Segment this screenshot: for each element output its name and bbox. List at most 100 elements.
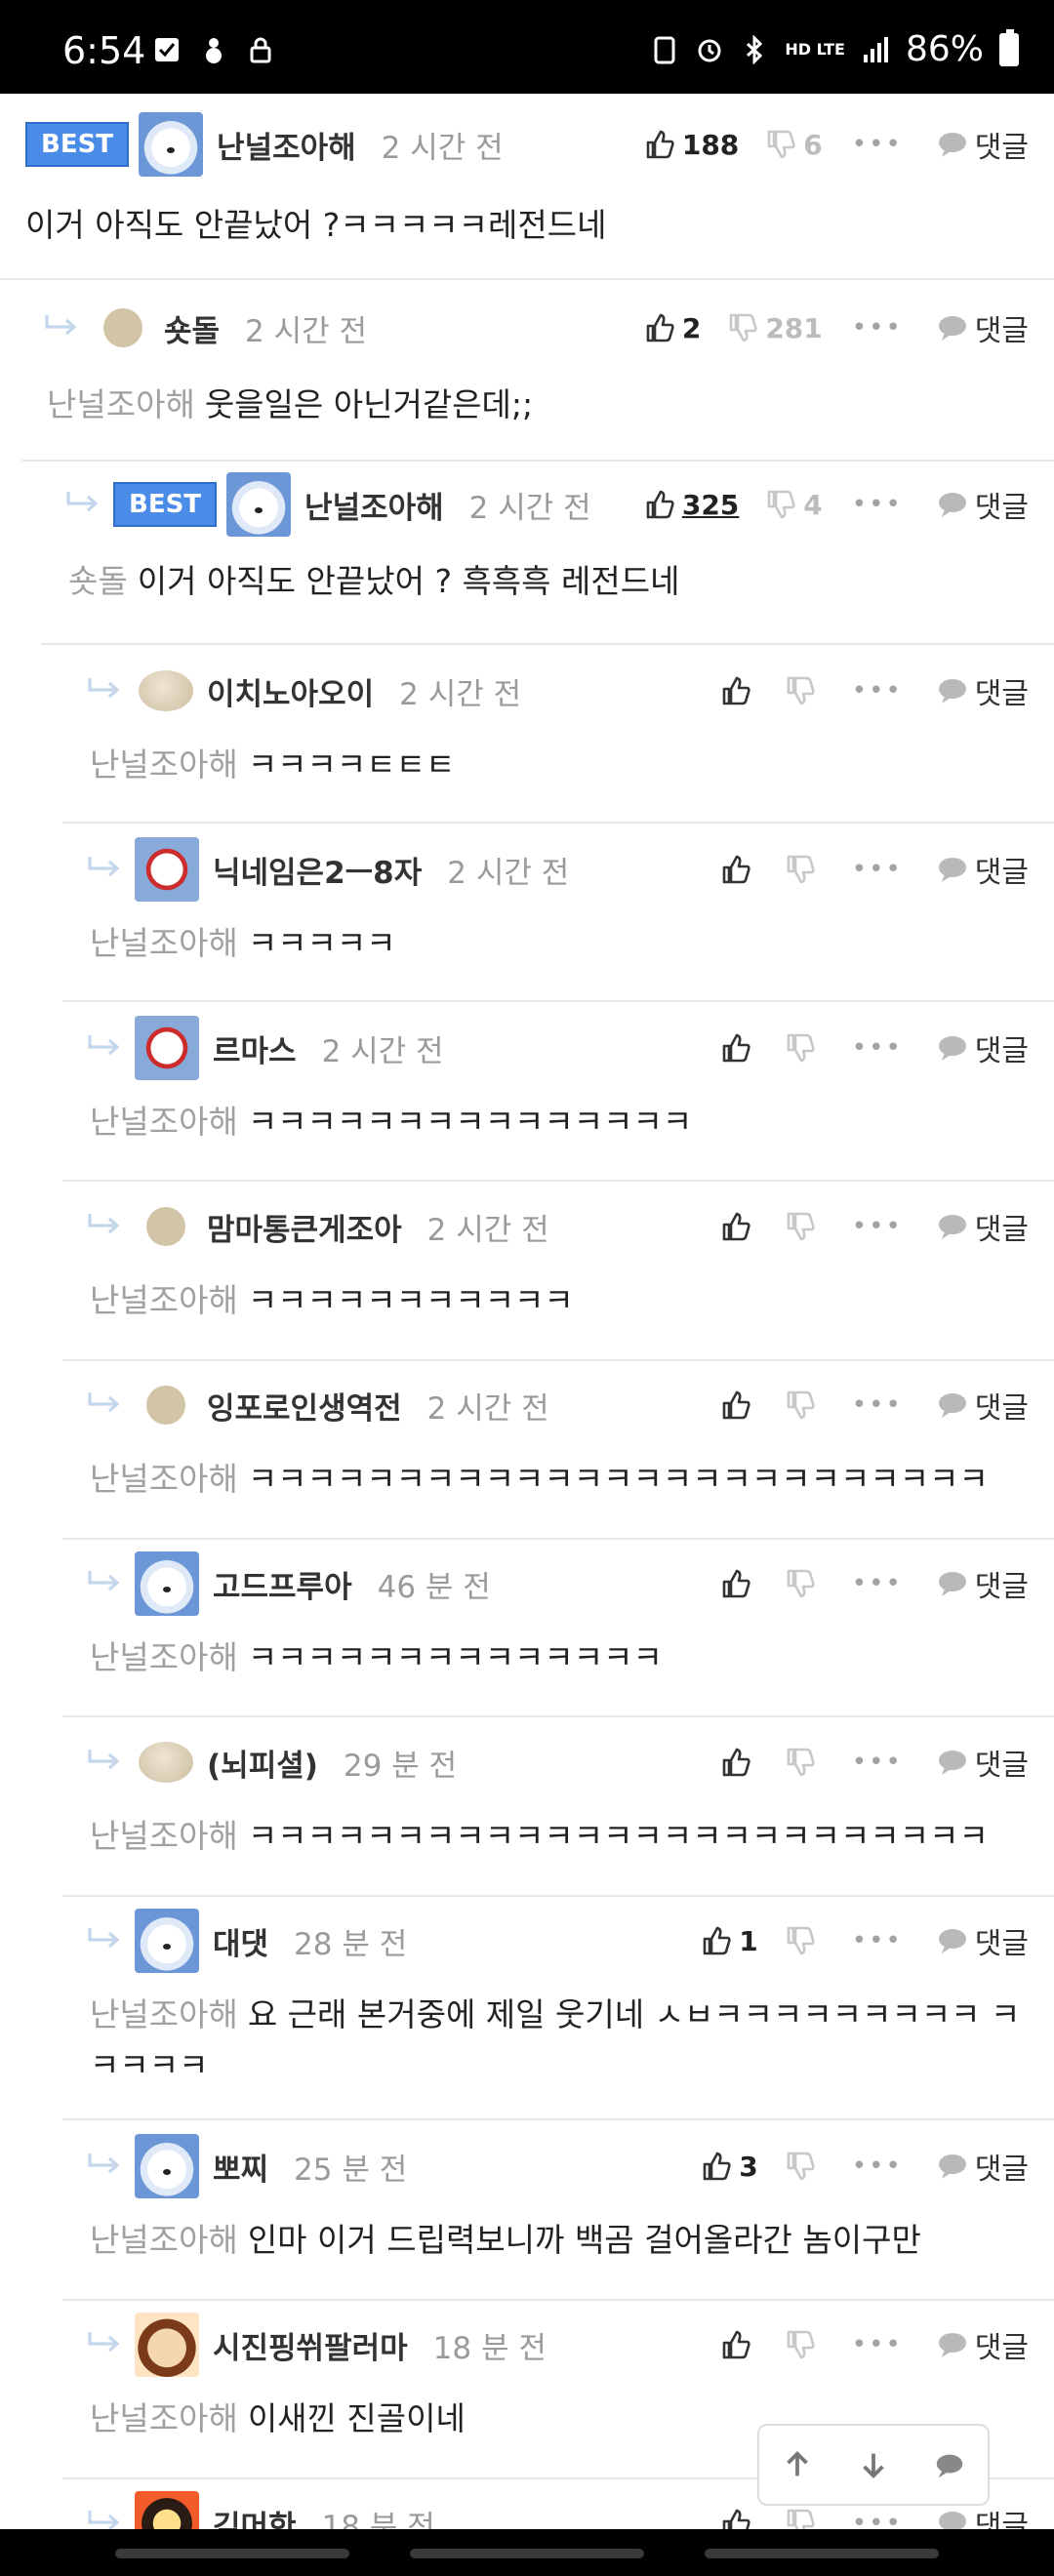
more-options-icon[interactable]: •••: [852, 1212, 903, 1241]
comment-author[interactable]: 숏돌: [164, 306, 220, 350]
comment-author[interactable]: 잉포로인생역전: [207, 1384, 402, 1428]
dislike-button[interactable]: [784, 1567, 823, 1600]
more-options-icon[interactable]: •••: [852, 130, 903, 159]
mention-author[interactable]: 숏돌: [68, 562, 128, 600]
comment-author[interactable]: 고드프루아: [213, 1562, 352, 1606]
like-button[interactable]: 2: [643, 311, 701, 344]
reply-button[interactable]: 댓글: [936, 483, 1029, 526]
comment-author[interactable]: 난널조아해: [304, 483, 444, 527]
nav-back-button[interactable]: [705, 2549, 939, 2558]
comment-author[interactable]: 난널조아해: [217, 123, 356, 167]
comment-author[interactable]: 뽀찌: [213, 2145, 268, 2189]
dislike-button[interactable]: [784, 1210, 823, 1243]
reply-button[interactable]: 댓글: [936, 1741, 1029, 1784]
comment-bubble-icon[interactable]: [933, 2448, 966, 2481]
avatar[interactable]: [139, 1742, 193, 1783]
mention-author[interactable]: 난널조아해: [90, 1817, 238, 1855]
more-options-icon[interactable]: •••: [852, 2330, 903, 2359]
avatar[interactable]: [135, 1909, 199, 1973]
reply-button[interactable]: 댓글: [936, 1384, 1029, 1427]
mention-author[interactable]: 난널조아해: [90, 745, 238, 784]
comment-author[interactable]: 맘마통큰게조아: [207, 1205, 402, 1249]
comment-author[interactable]: 르마스: [213, 1026, 297, 1070]
reply-button[interactable]: 댓글: [936, 2323, 1029, 2366]
reply-button[interactable]: 댓글: [936, 1205, 1029, 1248]
avatar[interactable]: [139, 112, 204, 177]
like-button[interactable]: 3: [700, 2150, 758, 2183]
more-options-icon[interactable]: •••: [852, 1926, 903, 1955]
dislike-button[interactable]: [784, 1389, 823, 1422]
more-options-icon[interactable]: •••: [852, 1033, 903, 1063]
reply-button[interactable]: 댓글: [936, 1919, 1029, 1962]
comment-body: 난널조아해 웃을일은 아닌거같은데;;: [47, 380, 533, 430]
avatar[interactable]: [135, 1016, 199, 1080]
thumbs-down-icon: [764, 488, 797, 521]
more-options-icon[interactable]: •••: [852, 1390, 903, 1420]
reply-button[interactable]: 댓글: [936, 848, 1029, 891]
reply-button[interactable]: 댓글: [936, 669, 1029, 712]
mention-author[interactable]: 난널조아해: [47, 385, 195, 423]
dislike-button[interactable]: [784, 853, 823, 886]
like-button[interactable]: [719, 2328, 758, 2361]
avatar[interactable]: [146, 1207, 185, 1246]
avatar[interactable]: [135, 2134, 199, 2198]
reply-button[interactable]: 댓글: [936, 1026, 1029, 1069]
scroll-down-icon[interactable]: [857, 2448, 890, 2481]
dislike-button[interactable]: [784, 2150, 823, 2183]
reply-button[interactable]: 댓글: [936, 2145, 1029, 2188]
comment-author[interactable]: 이치노아오이: [207, 669, 374, 713]
mention-author[interactable]: 난널조아해: [90, 1281, 238, 1319]
avatar[interactable]: [146, 1386, 185, 1425]
more-options-icon[interactable]: •••: [852, 855, 903, 884]
avatar[interactable]: [139, 670, 193, 711]
like-button[interactable]: [719, 1746, 758, 1779]
dislike-button[interactable]: [784, 2328, 823, 2361]
scroll-up-icon[interactable]: [781, 2448, 814, 2481]
dislike-button[interactable]: 281: [726, 311, 823, 344]
comment-author[interactable]: 시진핑쒸팔러마: [213, 2323, 408, 2367]
like-button[interactable]: [719, 1031, 758, 1065]
mention-author[interactable]: 난널조아해: [90, 924, 238, 962]
comment-author[interactable]: 대댓: [213, 1919, 268, 1963]
comment-item: 잉포로인생역전 2 시간 전 ••• 댓글 난널조아해 ㅋㅋㅋㅋㅋㅋㅋㅋㅋㅋㅋㅋㅋㅋㅋㅋㅋ…: [0, 1366, 1054, 1561]
dislike-button[interactable]: 6: [764, 128, 823, 161]
more-options-icon[interactable]: •••: [852, 2152, 903, 2181]
dislike-button[interactable]: [784, 1924, 823, 1957]
avatar[interactable]: [226, 472, 292, 537]
mention-author[interactable]: 난널조아해: [90, 2399, 238, 2437]
avatar[interactable]: [135, 837, 199, 902]
more-options-icon[interactable]: •••: [852, 1569, 903, 1598]
mention-author[interactable]: 난널조아해: [90, 1995, 238, 2033]
avatar[interactable]: [135, 2313, 199, 2377]
like-button[interactable]: [719, 1210, 758, 1243]
more-options-icon[interactable]: •••: [852, 676, 903, 705]
like-button[interactable]: [719, 1389, 758, 1422]
dislike-button[interactable]: [784, 674, 823, 707]
avatar[interactable]: [135, 1551, 199, 1616]
mention-author[interactable]: 난널조아해: [90, 1103, 238, 1141]
reply-button[interactable]: 댓글: [936, 306, 1029, 349]
more-options-icon[interactable]: •••: [852, 490, 903, 519]
like-button[interactable]: [719, 674, 758, 707]
reply-button[interactable]: 댓글: [936, 123, 1029, 166]
avatar[interactable]: [103, 308, 142, 347]
like-button[interactable]: [719, 853, 758, 886]
more-options-icon[interactable]: •••: [852, 313, 903, 342]
reply-button[interactable]: 댓글: [936, 1562, 1029, 1605]
comment-author[interactable]: (뇌피셜): [207, 1741, 318, 1785]
mention-author[interactable]: 난널조아해: [90, 1638, 238, 1676]
mention-author[interactable]: 난널조아해: [90, 2221, 238, 2259]
reply-arrow-icon: [86, 1746, 135, 1779]
comment-author[interactable]: 닉네임은2ㅡ8자: [213, 848, 422, 892]
nav-recents-button[interactable]: [115, 2549, 349, 2558]
like-button[interactable]: 188: [643, 128, 739, 161]
mention-author[interactable]: 난널조아해: [90, 1460, 238, 1498]
more-options-icon[interactable]: •••: [852, 1748, 903, 1777]
dislike-button[interactable]: 4: [764, 488, 823, 521]
like-button[interactable]: 1: [700, 1924, 758, 1957]
like-button[interactable]: [719, 1567, 758, 1600]
like-button[interactable]: 325: [643, 488, 739, 521]
nav-home-button[interactable]: [410, 2549, 644, 2558]
dislike-button[interactable]: [784, 1746, 823, 1779]
dislike-button[interactable]: [784, 1031, 823, 1065]
